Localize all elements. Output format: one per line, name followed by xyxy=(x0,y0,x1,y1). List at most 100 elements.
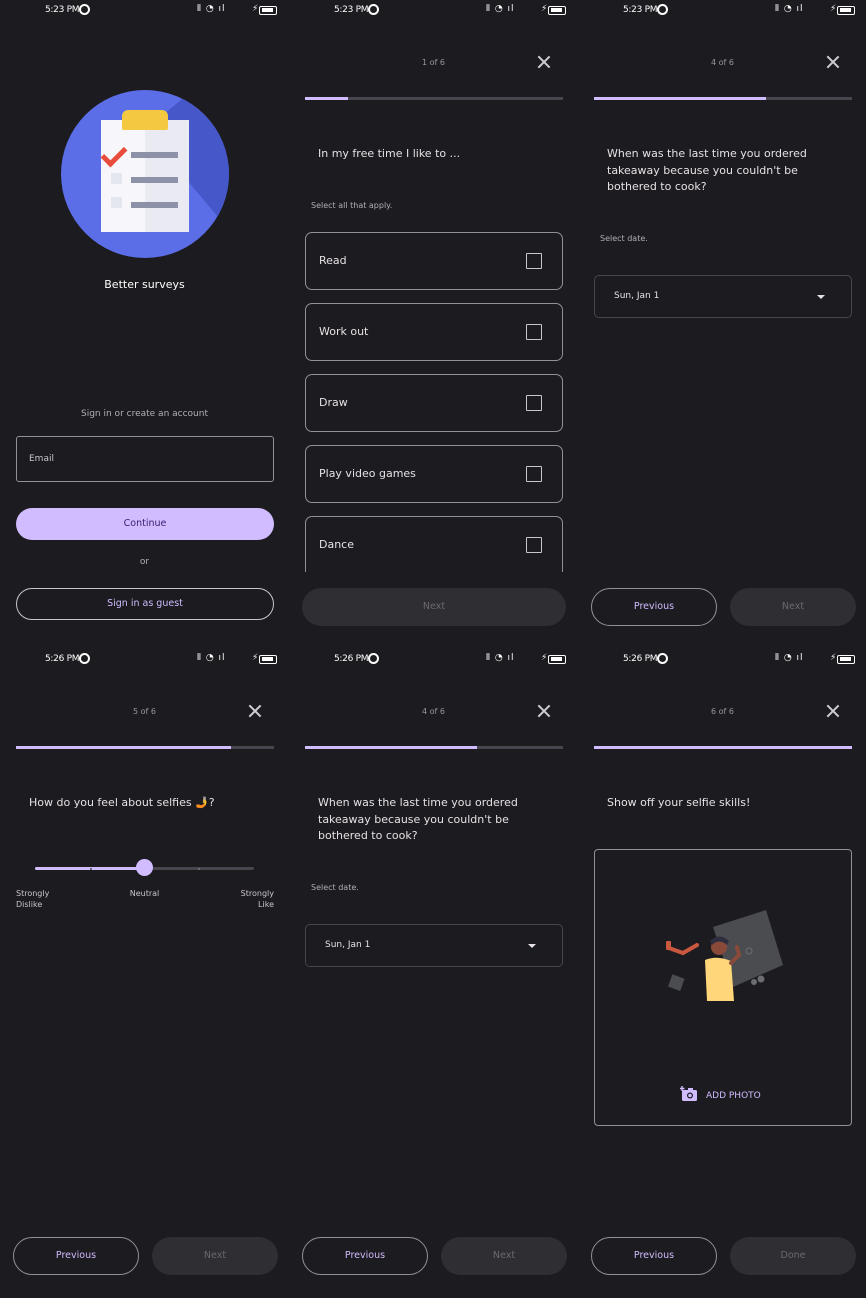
question-hint: Select date. xyxy=(311,883,359,892)
dropdown-arrow-icon xyxy=(528,944,536,948)
date-picker[interactable]: Sun, Jan 1 xyxy=(305,924,563,967)
done-button[interactable]: Done xyxy=(730,1237,856,1275)
selfie-rating-screen: 5:26 PM ⦀ ◔ ıl ⚡ 5 of 6 How do you feel … xyxy=(0,649,289,1298)
status-bar: 5:26 PM ⦀ ◔ ıl ⚡ xyxy=(289,649,578,671)
date-value: Sun, Jan 1 xyxy=(325,940,371,950)
charging-icon: ⚡ xyxy=(252,653,259,663)
takeaway-screen: 5:26 PM ⦀ ◔ ıl ⚡ 4 of 6 When was the las… xyxy=(289,649,578,1298)
close-icon[interactable] xyxy=(826,55,840,69)
option-play-video-games[interactable]: Play video games xyxy=(305,445,563,503)
progress-bar xyxy=(305,97,563,100)
status-time: 5:23 PM xyxy=(623,5,658,15)
previous-button[interactable]: Previous xyxy=(13,1237,139,1275)
battery-icon xyxy=(837,655,855,664)
question-text: Show off your selfie skills! xyxy=(607,796,751,809)
checkbox[interactable] xyxy=(526,537,542,553)
guest-signin-button[interactable]: Sign in as guest xyxy=(16,588,274,620)
photo-upload-area[interactable]: ADD PHOTO xyxy=(594,849,852,1126)
option-read[interactable]: Read xyxy=(305,232,563,290)
charging-icon: ⚡ xyxy=(541,4,548,14)
takeaway-screen: 5:23 PM ⦀ ◔ ıl ⚡ 4 of 6 When was the las… xyxy=(578,0,866,649)
dropdown-arrow-icon xyxy=(817,295,825,299)
status-time: 5:26 PM xyxy=(45,654,80,664)
selfie-photo-screen: 5:26 PM ⦀ ◔ ıl ⚡ 6 of 6 Show off your se… xyxy=(578,649,866,1298)
next-button[interactable]: Next xyxy=(152,1237,278,1275)
charging-icon: ⚡ xyxy=(830,4,837,14)
sync-icon xyxy=(368,4,379,15)
charging-icon: ⚡ xyxy=(830,653,837,663)
question-counter: 4 of 6 xyxy=(711,58,734,67)
or-separator: or xyxy=(139,557,150,567)
option-label: Work out xyxy=(319,325,369,338)
close-icon[interactable] xyxy=(537,704,551,718)
checkbox[interactable] xyxy=(526,253,542,269)
battery-icon xyxy=(259,655,277,664)
status-bar: 5:26 PM ⦀ ◔ ıl ⚡ xyxy=(0,649,289,671)
checkbox[interactable] xyxy=(526,395,542,411)
option-label: Read xyxy=(319,254,347,267)
sync-icon xyxy=(657,653,668,664)
battery-icon xyxy=(548,655,566,664)
slider-thumb[interactable] xyxy=(136,859,153,876)
question-counter: 4 of 6 xyxy=(422,707,445,716)
option-dance[interactable]: Dance xyxy=(305,516,563,572)
sync-icon xyxy=(79,4,90,15)
status-bar: 5:26 PM ⦀ ◔ ıl ⚡ xyxy=(578,649,866,671)
question-text: When was the last time you ordered takea… xyxy=(607,147,807,193)
battery-icon xyxy=(548,6,566,15)
close-icon[interactable] xyxy=(248,704,262,718)
option-label: Dance xyxy=(319,538,354,551)
question-counter: 5 of 6 xyxy=(133,707,156,716)
previous-button[interactable]: Previous xyxy=(591,1237,717,1275)
status-bar: 5:23 PM ⦀ ◔ ıl ⚡ xyxy=(289,0,578,22)
progress-bar xyxy=(594,97,852,100)
progress-bar xyxy=(305,746,563,749)
option-label: Play video games xyxy=(319,467,416,480)
signal-icons: ⦀ ◔ ıl xyxy=(197,4,226,14)
previous-button[interactable]: Previous xyxy=(302,1237,428,1275)
previous-button[interactable]: Previous xyxy=(591,588,717,626)
progress-bar xyxy=(16,746,274,749)
signal-icons: ⦀ ◔ ıl xyxy=(486,4,515,14)
question-counter: 1 of 6 xyxy=(422,58,445,67)
signal-icons: ⦀ ◔ ıl xyxy=(197,653,226,663)
status-time: 5:23 PM xyxy=(334,5,369,15)
signal-icons: ⦀ ◔ ıl xyxy=(775,4,804,14)
option-draw[interactable]: Draw xyxy=(305,374,563,432)
next-button[interactable]: Next xyxy=(302,588,566,626)
question-text: In my free time I like to ... xyxy=(318,147,461,160)
question-text: When was the last time you ordered takea… xyxy=(318,796,518,842)
continue-button[interactable]: Continue xyxy=(16,508,274,540)
email-field[interactable] xyxy=(16,436,274,482)
question-counter: 6 of 6 xyxy=(711,707,734,716)
battery-icon xyxy=(259,6,277,15)
sync-icon xyxy=(368,653,379,664)
sync-icon xyxy=(79,653,90,664)
next-button[interactable]: Next xyxy=(730,588,856,626)
signal-icons: ⦀ ◔ ıl xyxy=(486,653,515,663)
app-name: Better surveys xyxy=(104,278,185,291)
close-icon[interactable] xyxy=(826,704,840,718)
status-bar: 5:23 PM ⦀ ◔ ıl ⚡ xyxy=(0,0,289,22)
add-photo-label: ADD PHOTO xyxy=(706,1091,761,1101)
add-photo-icon xyxy=(680,1086,697,1101)
hobbies-screen: 5:23 PM ⦀ ◔ ıl ⚡ 1 of 6 In my free time … xyxy=(289,0,578,649)
app-logo xyxy=(61,90,229,258)
checkbox[interactable] xyxy=(526,324,542,340)
next-button[interactable]: Next xyxy=(441,1237,567,1275)
question-hint: Select all that apply. xyxy=(311,201,393,210)
date-value: Sun, Jan 1 xyxy=(614,291,660,301)
close-icon[interactable] xyxy=(537,55,551,69)
battery-icon xyxy=(837,6,855,15)
signin-caption: Sign in or create an account xyxy=(81,409,208,419)
charging-icon: ⚡ xyxy=(252,4,259,14)
date-picker[interactable]: Sun, Jan 1 xyxy=(594,275,852,318)
sync-icon xyxy=(657,4,668,15)
login-screen: 5:23 PM ⦀ ◔ ıl ⚡ Better surveys Sign in … xyxy=(0,0,289,649)
option-work-out[interactable]: Work out xyxy=(305,303,563,361)
question-hint: Select date. xyxy=(600,234,648,243)
status-bar: 5:23 PM ⦀ ◔ ıl ⚡ xyxy=(578,0,866,22)
selfie-illustration xyxy=(666,910,783,1001)
signal-icons: ⦀ ◔ ıl xyxy=(775,653,804,663)
checkbox[interactable] xyxy=(526,466,542,482)
